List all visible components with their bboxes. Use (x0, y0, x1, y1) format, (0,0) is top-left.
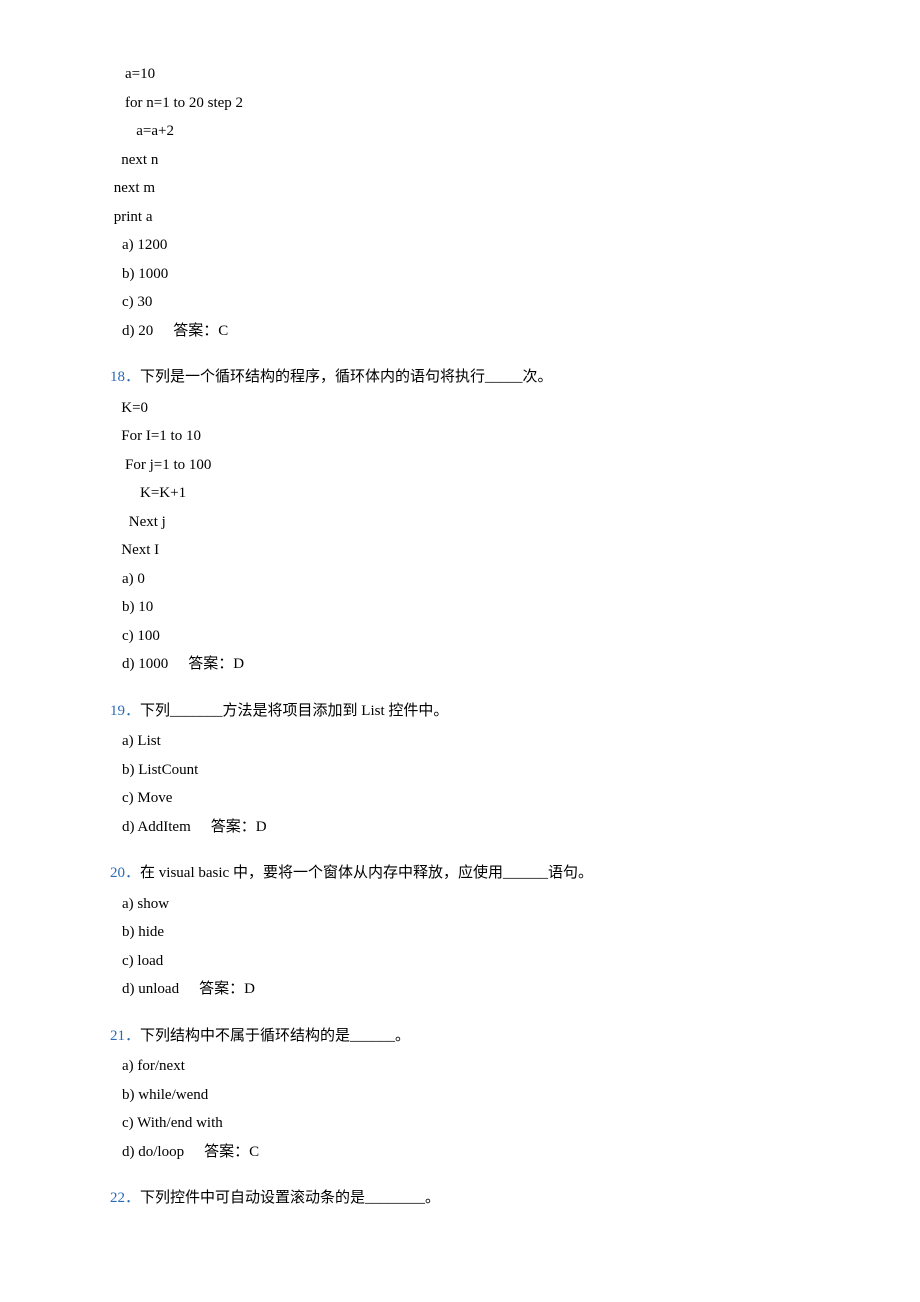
q20-question: 20．在 visual basic 中，要将一个窗体从内存中释放，应使用____… (110, 859, 830, 888)
code-line: For j=1 to 100 (110, 451, 830, 480)
option-d: d) 1000 答案：D (110, 650, 830, 679)
code-line: print a (110, 203, 830, 232)
option-b: b) 1000 (110, 260, 830, 289)
option-d-text: d) 1000 (122, 656, 168, 672)
answer-label: 答案：C (204, 1144, 259, 1160)
q17-block: a=10 for n=1 to 20 step 2 a=a+2 next n n… (110, 60, 830, 345)
q18-question: 18．下列是一个循环结构的程序，循环体内的语句将执行_____次。 (110, 363, 830, 392)
q18-block: K=0 For I=1 to 10 For j=1 to 100 K=K+1 N… (110, 394, 830, 679)
question-text-after: 中，要将一个窗体从内存中释放，应使用______语句。 (233, 865, 593, 881)
option-c: c) 100 (110, 622, 830, 651)
code-line: next m (110, 174, 830, 203)
option-d: d) 20 答案：C (110, 317, 830, 346)
code-line: Next j (110, 508, 830, 537)
question-text-before: 在 (140, 865, 159, 881)
option-d-text: d) AddItem (122, 819, 191, 835)
q20-block: a) show b) hide c) load d) unload 答案：D (110, 890, 830, 1004)
option-c: c) Move (110, 784, 830, 813)
option-b: b) ListCount (110, 756, 830, 785)
option-c: c) 30 (110, 288, 830, 317)
q19-question: 19．下列_______方法是将项目添加到 List 控件中。 (110, 697, 830, 726)
q21-question: 21．下列结构中不属于循环结构的是______。 (110, 1022, 830, 1051)
option-b: b) 10 (110, 593, 830, 622)
option-b: b) while/wend (110, 1081, 830, 1110)
answer-label: 答案：D (199, 981, 255, 997)
code-line: a=10 (110, 60, 830, 89)
question-number: 22． (110, 1190, 140, 1206)
question-number: 21． (110, 1028, 140, 1044)
option-a: a) show (110, 890, 830, 919)
english-word: visual basic (159, 865, 233, 881)
option-a: a) List (110, 727, 830, 756)
option-c: c) With/end with (110, 1109, 830, 1138)
question-text-before: 下列_______方法是将项目添加到 (140, 703, 361, 719)
english-word: List (361, 703, 388, 719)
option-a: a) 1200 (110, 231, 830, 260)
option-d-text: d) unload (122, 981, 179, 997)
q22-question: 22．下列控件中可自动设置滚动条的是________。 (110, 1184, 830, 1213)
question-text-after: 控件中。 (388, 703, 448, 719)
code-line: for n=1 to 20 step 2 (110, 89, 830, 118)
code-line: Next I (110, 536, 830, 565)
option-d: d) unload 答案：D (110, 975, 830, 1004)
option-c: c) load (110, 947, 830, 976)
answer-label: 答案：D (188, 656, 244, 672)
option-d-text: d) do/loop (122, 1144, 184, 1160)
question-text: 下列是一个循环结构的程序，循环体内的语句将执行_____次。 (140, 369, 553, 385)
code-line: For I=1 to 10 (110, 422, 830, 451)
answer-label: 答案：D (211, 819, 267, 835)
question-number: 20． (110, 865, 140, 881)
q21-block: a) for/next b) while/wend c) With/end wi… (110, 1052, 830, 1166)
option-d-text: d) 20 (122, 323, 153, 339)
question-number: 18． (110, 369, 140, 385)
code-line: K=0 (110, 394, 830, 423)
option-d: d) AddItem 答案：D (110, 813, 830, 842)
answer-label: 答案：C (173, 323, 228, 339)
option-a: a) for/next (110, 1052, 830, 1081)
q19-block: a) List b) ListCount c) Move d) AddItem 答… (110, 727, 830, 841)
code-line: a=a+2 (110, 117, 830, 146)
question-text: 下列结构中不属于循环结构的是______。 (140, 1028, 410, 1044)
code-line: next n (110, 146, 830, 175)
code-line: K=K+1 (110, 479, 830, 508)
question-number: 19． (110, 703, 140, 719)
option-a: a) 0 (110, 565, 830, 594)
option-b: b) hide (110, 918, 830, 947)
option-d: d) do/loop 答案：C (110, 1138, 830, 1167)
question-text: 下列控件中可自动设置滚动条的是________。 (140, 1190, 440, 1206)
